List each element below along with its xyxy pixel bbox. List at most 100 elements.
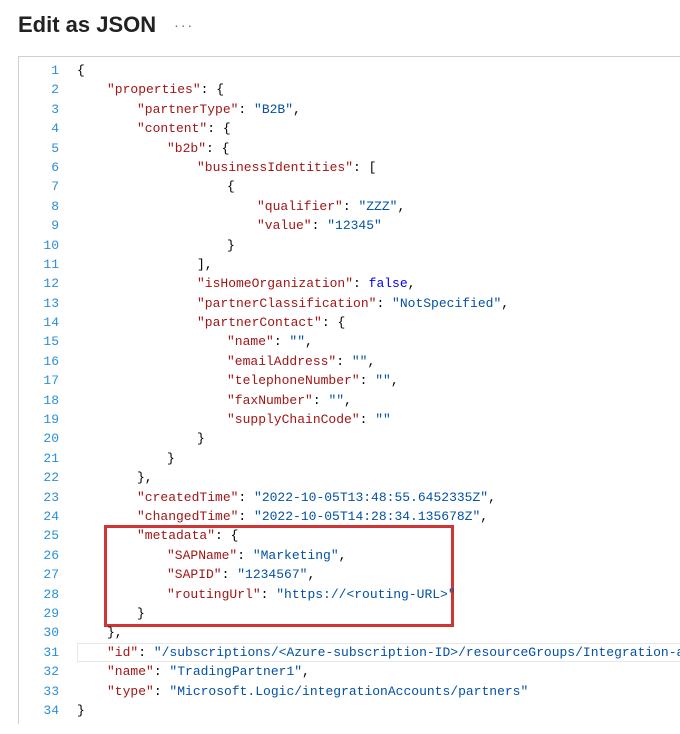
token: "SAPName" <box>167 548 237 563</box>
token: } <box>197 431 205 446</box>
code-editor[interactable]: 1234567891011121314151617181920212223242… <box>18 56 680 724</box>
line-number: 9 <box>19 216 59 235</box>
line-number: 3 <box>19 100 59 119</box>
token: : <box>322 315 338 330</box>
code-line[interactable]: "content": { <box>77 119 680 138</box>
code-line[interactable]: "partnerType": "B2B", <box>77 100 680 119</box>
token: "createdTime" <box>137 490 238 505</box>
code-line[interactable]: } <box>77 701 680 720</box>
token: { <box>231 528 239 543</box>
line-number-gutter: 1234567891011121314151617181920212223242… <box>19 57 69 724</box>
code-line[interactable]: "properties": { <box>77 80 680 99</box>
token: { <box>337 315 345 330</box>
line-number: 29 <box>19 604 59 623</box>
token: : <box>154 664 170 679</box>
token: { <box>227 179 235 194</box>
token: "https://<routing-URL>" <box>276 587 455 602</box>
code-line[interactable]: "routingUrl": "https://<routing-URL>" <box>77 585 680 604</box>
code-line[interactable]: "partnerClassification": "NotSpecified", <box>77 294 680 313</box>
code-line[interactable]: "value": "12345" <box>77 216 680 235</box>
code-line[interactable]: }, <box>77 623 680 642</box>
code-line[interactable]: ], <box>77 255 680 274</box>
token: "id" <box>107 645 138 660</box>
token: [ <box>369 160 377 175</box>
line-number: 16 <box>19 352 59 371</box>
line-number: 10 <box>19 236 59 255</box>
code-line[interactable]: "name": "", <box>77 332 680 351</box>
code-line[interactable]: "metadata": { <box>77 526 680 545</box>
token: "telephoneNumber" <box>227 373 360 388</box>
code-line[interactable]: { <box>77 61 680 80</box>
token: : <box>261 587 277 602</box>
code-line[interactable]: "isHomeOrganization": false, <box>77 274 680 293</box>
line-number: 33 <box>19 682 59 701</box>
code-line[interactable]: "changedTime": "2022-10-05T14:28:34.1356… <box>77 507 680 526</box>
code-line[interactable]: { <box>77 177 680 196</box>
token: "2022-10-05T14:28:34.135678Z" <box>254 509 480 524</box>
token: "supplyChainCode" <box>227 412 360 427</box>
code-line[interactable]: "SAPID": "1234567", <box>77 565 680 584</box>
token: "properties" <box>107 82 201 97</box>
token: "partnerContact" <box>197 315 322 330</box>
more-button[interactable]: ··· <box>174 17 194 33</box>
token: : <box>238 490 254 505</box>
code-line[interactable]: }, <box>77 468 680 487</box>
code-area[interactable]: {"properties": {"partnerType": "B2B","co… <box>69 57 680 724</box>
line-number: 23 <box>19 488 59 507</box>
code-line[interactable]: "faxNumber": "", <box>77 391 680 410</box>
token: "routingUrl" <box>167 587 261 602</box>
token: , <box>488 490 496 505</box>
line-number: 2 <box>19 80 59 99</box>
line-number: 32 <box>19 662 59 681</box>
code-line[interactable]: "type": "Microsoft.Logic/integrationAcco… <box>77 682 680 701</box>
token: "Microsoft.Logic/integrationAccounts/par… <box>169 684 528 699</box>
token: : <box>353 160 369 175</box>
token: : <box>238 509 254 524</box>
code-line[interactable]: } <box>77 236 680 255</box>
token: "qualifier" <box>257 199 343 214</box>
line-number: 26 <box>19 546 59 565</box>
token: }, <box>137 470 153 485</box>
code-line[interactable]: "partnerContact": { <box>77 313 680 332</box>
token: }, <box>107 625 123 640</box>
line-number: 6 <box>19 158 59 177</box>
code-line[interactable]: "createdTime": "2022-10-05T13:48:55.6452… <box>77 488 680 507</box>
token: , <box>408 276 416 291</box>
token: "TradingPartner1" <box>169 664 302 679</box>
token: , <box>307 567 315 582</box>
token: : <box>353 276 369 291</box>
token: "value" <box>257 218 312 233</box>
line-number: 17 <box>19 371 59 390</box>
line-number: 28 <box>19 585 59 604</box>
code-line[interactable]: "telephoneNumber": "", <box>77 371 680 390</box>
code-line[interactable]: } <box>77 449 680 468</box>
code-line[interactable]: "b2b": { <box>77 139 680 158</box>
header: Edit as JSON ··· <box>0 0 680 56</box>
token: : <box>207 121 223 136</box>
code-line[interactable]: } <box>77 429 680 448</box>
token: "isHomeOrganization" <box>197 276 353 291</box>
code-line[interactable]: "qualifier": "ZZZ", <box>77 197 680 216</box>
code-line[interactable]: } <box>77 604 680 623</box>
token: , <box>367 354 375 369</box>
token: , <box>501 296 509 311</box>
token: "12345" <box>327 218 382 233</box>
code-line[interactable]: "emailAddress": "", <box>77 352 680 371</box>
token: : <box>376 296 392 311</box>
token: "changedTime" <box>137 509 238 524</box>
code-line[interactable]: "name": "TradingPartner1", <box>77 662 680 681</box>
token: : <box>138 645 154 660</box>
token: : <box>312 218 328 233</box>
token: : <box>274 334 290 349</box>
code-line[interactable]: "supplyChainCode": "" <box>77 410 680 429</box>
token: : <box>201 82 217 97</box>
code-line[interactable]: "businessIdentities": [ <box>77 158 680 177</box>
token: : <box>313 393 329 408</box>
token: "partnerClassification" <box>197 296 376 311</box>
line-number: 8 <box>19 197 59 216</box>
line-number: 13 <box>19 294 59 313</box>
code-line[interactable]: "SAPName": "Marketing", <box>77 546 680 565</box>
code-line[interactable]: "id": "/subscriptions/<Azure-subscriptio… <box>77 643 680 662</box>
token: "ZZZ" <box>358 199 397 214</box>
token: : <box>343 199 359 214</box>
